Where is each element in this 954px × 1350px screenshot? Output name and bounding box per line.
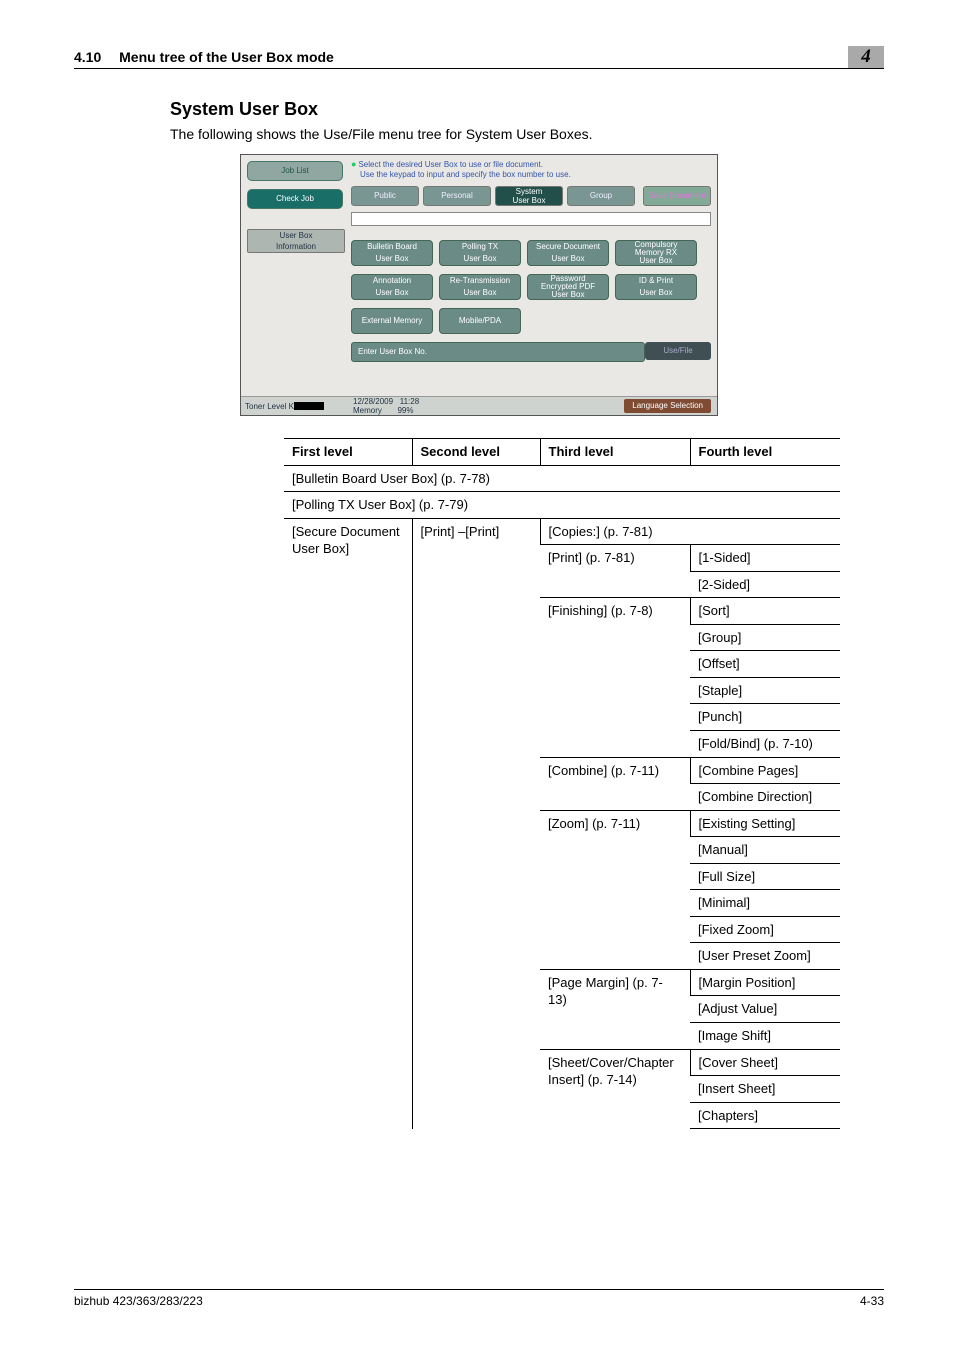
fourth-level-cell: [Staple] bbox=[690, 677, 840, 704]
password-pdf-button[interactable]: Password Encrypted PDF User Box bbox=[527, 274, 609, 300]
tab-group[interactable]: Group bbox=[567, 186, 635, 206]
chapter-badge: 4 bbox=[848, 46, 884, 68]
secure-document-button[interactable]: Secure Document User Box bbox=[527, 240, 609, 266]
enter-user-box-no[interactable]: Enter User Box No. bbox=[351, 342, 645, 362]
id-print-button[interactable]: ID & Print User Box bbox=[615, 274, 697, 300]
retransmission-button[interactable]: Re-Transmission User Box bbox=[439, 274, 521, 300]
fourth-level-cell: [Punch] bbox=[690, 704, 840, 731]
third-level-cell: [Combine] (p. 7-11) bbox=[540, 757, 690, 810]
save-document-button[interactable]: Save Document bbox=[643, 186, 711, 206]
use-file-button[interactable]: Use/File bbox=[645, 342, 711, 360]
hint-text: Select the desired User Box to use or fi… bbox=[351, 159, 711, 180]
fourth-level-cell: [2-Sided] bbox=[690, 571, 840, 598]
page-header: 4.10 Menu tree of the User Box mode 4 bbox=[74, 46, 884, 69]
fourth-level-cell: [Fold/Bind] (p. 7-10) bbox=[690, 731, 840, 758]
first-level-cell: [Secure Document User Box] bbox=[284, 518, 412, 1129]
bulletin-board-row: [Bulletin Board User Box] (p. 7-78) bbox=[284, 465, 840, 492]
fourth-level-cell: [Cover Sheet] bbox=[690, 1049, 840, 1076]
section-title: Menu tree of the User Box mode bbox=[119, 49, 334, 65]
tab-system-user-box[interactable]: System User Box bbox=[495, 186, 563, 206]
col-first-level: First level bbox=[284, 439, 412, 466]
section-number: 4.10 bbox=[74, 49, 101, 65]
polling-tx-row: [Polling TX User Box] (p. 7-79) bbox=[284, 492, 840, 519]
fourth-level-cell: [Sort] bbox=[690, 598, 840, 625]
table-header-row: First level Second level Third level Fou… bbox=[284, 439, 840, 466]
fourth-level-cell: [Fixed Zoom] bbox=[690, 916, 840, 943]
footer-page-number: 4-33 bbox=[860, 1294, 884, 1308]
fourth-level-cell: [Existing Setting] bbox=[690, 810, 840, 837]
check-job-tab[interactable]: Check Job bbox=[247, 189, 343, 209]
third-level-cell: [Finishing] (p. 7-8) bbox=[540, 598, 690, 757]
toner-level: Toner Level K bbox=[245, 402, 345, 411]
col-fourth-level: Fourth level bbox=[690, 439, 840, 466]
fourth-level-cell: [Chapters] bbox=[690, 1102, 840, 1129]
footer-datetime: 12/28/2009 11:28 Memory 99% bbox=[353, 397, 419, 415]
heading-system-user-box: System User Box bbox=[170, 99, 884, 120]
page-footer: bizhub 423/363/283/223 4-33 bbox=[74, 1289, 884, 1308]
footer-model: bizhub 423/363/283/223 bbox=[74, 1294, 203, 1308]
annotation-button[interactable]: Annotation User Box bbox=[351, 274, 433, 300]
user-box-info-button[interactable]: User Box Information bbox=[247, 229, 345, 253]
fourth-level-cell: [Group] bbox=[690, 624, 840, 651]
language-selection-button[interactable]: Language Selection bbox=[624, 399, 711, 413]
third-level-cell: [Page Margin] (p. 7-13) bbox=[540, 969, 690, 1049]
selection-field bbox=[351, 212, 711, 226]
menu-tree-table: First level Second level Third level Fou… bbox=[284, 438, 840, 1129]
fourth-level-cell: [User Preset Zoom] bbox=[690, 943, 840, 970]
third-level-cell: [Zoom] (p. 7-11) bbox=[540, 810, 690, 969]
fourth-level-cell: [Combine Pages] bbox=[690, 757, 840, 784]
fourth-level-cell: [Margin Position] bbox=[690, 969, 840, 996]
fourth-level-cell: [Full Size] bbox=[690, 863, 840, 890]
fourth-level-cell: [Minimal] bbox=[690, 890, 840, 917]
mobile-pda-button[interactable]: Mobile/PDA bbox=[439, 308, 521, 334]
second-level-cell: [Print] –[Print] bbox=[412, 518, 540, 1129]
compulsory-memory-button[interactable]: Compulsory Memory RX User Box bbox=[615, 240, 697, 266]
fourth-level-cell: [Adjust Value] bbox=[690, 996, 840, 1023]
col-second-level: Second level bbox=[412, 439, 540, 466]
intro-text: The following shows the Use/File menu tr… bbox=[170, 126, 884, 142]
fourth-level-cell: [Offset] bbox=[690, 651, 840, 678]
tab-personal[interactable]: Personal bbox=[423, 186, 491, 206]
third-level-cell: [Print] (p. 7-81) bbox=[540, 545, 690, 598]
bulletin-board-button[interactable]: Bulletin Board User Box bbox=[351, 240, 433, 266]
fourth-level-cell: [Image Shift] bbox=[690, 1023, 840, 1050]
fourth-level-cell: [Combine Direction] bbox=[690, 784, 840, 811]
fourth-level-cell: [Insert Sheet] bbox=[690, 1076, 840, 1103]
third-level-cell: [Copies:] (p. 7-81) bbox=[540, 518, 840, 545]
external-memory-button[interactable]: External Memory bbox=[351, 308, 433, 334]
polling-tx-button[interactable]: Polling TX User Box bbox=[439, 240, 521, 266]
job-list-tab[interactable]: Job List bbox=[247, 161, 343, 181]
fourth-level-cell: [1-Sided] bbox=[690, 545, 840, 572]
col-third-level: Third level bbox=[540, 439, 690, 466]
third-level-cell: [Sheet/Cover/Chapter Insert] (p. 7-14) bbox=[540, 1049, 690, 1129]
device-screenshot: Job List Check Job User Box Information … bbox=[240, 154, 718, 416]
tab-public[interactable]: Public bbox=[351, 186, 419, 206]
fourth-level-cell: [Manual] bbox=[690, 837, 840, 864]
